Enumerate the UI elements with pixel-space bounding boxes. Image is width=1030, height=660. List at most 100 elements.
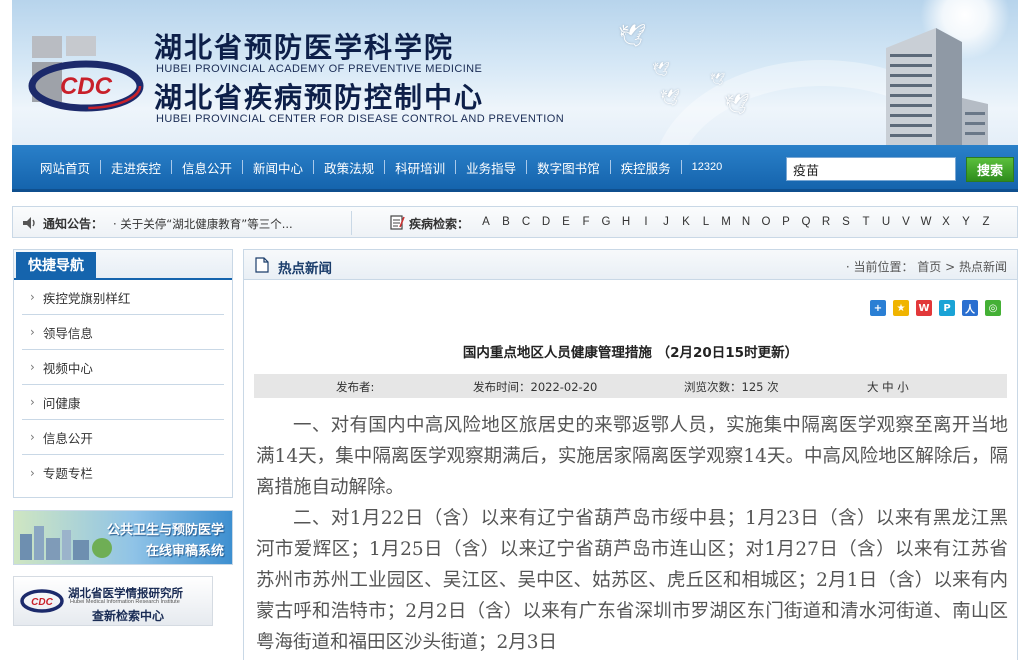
org-name-en-1: HUBEI PROVINCIAL ACADEMY OF PREVENTIVE M… [156,63,483,75]
nav-item-info-disclosure[interactable]: 信息公开 [172,158,242,177]
disease-letter-g[interactable]: G [596,216,616,228]
share-renren-icon[interactable]: 人 [962,300,978,316]
org-name-en-2: HUBEI PROVINCIAL CENTER FOR DISEASE CONT… [156,113,565,125]
notice-bar: 通知公告： · 关于关停“湖北健康教育”等三个... 疾病检索： ABCDEFG… [12,206,1018,238]
disease-letter-j[interactable]: J [656,216,676,228]
breadcrumb: · 当前位置： 首页 > 热点新闻 [845,260,1007,274]
disease-letter-m[interactable]: M [716,216,736,228]
disease-letter-u[interactable]: U [876,216,896,228]
banner-line-1: 公共卫生与预防医学 [106,523,224,538]
cdc-logo: CDC [28,36,144,112]
disease-letter-x[interactable]: X [936,216,956,228]
nav-item-hotline[interactable]: 12320 [682,161,733,173]
article-views: 浏览次数：125 次 [684,380,779,394]
share-tencent-icon[interactable]: P [939,300,955,316]
disease-letter-s[interactable]: S [836,216,856,228]
disease-letter-v[interactable]: V [896,216,916,228]
disease-letter-h[interactable]: H [616,216,636,228]
share-weibo-icon[interactable]: W [916,300,932,316]
quick-nav-label: 信息公开 [42,430,93,446]
article-publisher: 发布者: [336,380,375,394]
nav-item-news[interactable]: 新闻中心 [243,158,313,177]
share-qzone-icon[interactable]: ★ [893,300,909,316]
dove-icon: 🕊 [652,62,670,78]
svg-text:CDC: CDC [31,597,53,608]
nav-item-guidance[interactable]: 业务指导 [456,158,526,177]
disease-letter-b[interactable]: B [496,216,516,228]
notepad-icon [390,215,405,230]
disease-letter-d[interactable]: D [536,216,556,228]
disease-letter-o[interactable]: O [756,216,776,228]
institute-name-en: Hubei Medical Information Research Insti… [70,599,180,605]
disease-letter-q[interactable]: Q [796,216,816,228]
medical-info-institute-banner[interactable]: CDC 湖北省医学情报研究所 Hubei Medical Information… [13,576,213,626]
disease-letter-a[interactable]: A [476,216,496,228]
disease-letter-z[interactable]: Z [976,216,996,228]
disease-letter-w[interactable]: W [916,216,936,228]
chevron-right-icon: › [30,465,35,480]
nav-item-research[interactable]: 科研培训 [385,158,455,177]
disease-letter-i[interactable]: I [636,216,656,228]
disease-letter-t[interactable]: T [856,216,876,228]
share-wechat-icon[interactable]: ◎ [985,300,1001,316]
section-title: 热点新闻 [278,261,332,277]
banner-line-2: 在线审稿系统 [145,544,224,559]
quick-nav-label: 领导信息 [42,325,93,341]
article-paragraph: 一、对有国内中高风险地区旅居史的来鄂返鄂人员，实施集中隔离医学观察至离开当地满1… [256,415,1008,498]
quick-nav-item[interactable]: › 问健康 [22,385,224,420]
quick-navigation-list: › 疾控党旗别样红 › 领导信息 › 视频中心 › 问健康 › 信息公开 › 专题专栏 [14,280,232,490]
disease-letter-p[interactable]: P [776,216,796,228]
institute-logo: CDC [20,589,64,613]
quick-nav-item[interactable]: › 疾控党旗别样红 [22,280,224,315]
nav-item-policy[interactable]: 政策法规 [314,158,384,177]
chevron-right-icon: › [30,325,35,339]
disease-letter-l[interactable]: L [696,216,716,228]
disease-letter-r[interactable]: R [816,216,836,228]
disease-letter-n[interactable]: N [736,216,756,228]
search-button[interactable]: 搜索 [966,157,1014,182]
article-body: 一、对有国内中高风险地区旅居史的来鄂返鄂人员，实施集中隔离医学观察至离开当地满1… [256,410,1008,658]
chevron-right-icon: › [30,290,35,304]
document-icon [255,257,269,273]
nav-item-services[interactable]: 疾控服务 [611,158,681,177]
nav-item-about[interactable]: 走进疾控 [101,158,171,177]
dove-icon: 🕊 [724,92,750,116]
online-review-system-banner[interactable]: 公共卫生与预防医学 在线审稿系统 [13,510,233,565]
quick-nav-item[interactable]: › 信息公开 [22,420,224,455]
quick-navigation-panel: 快捷导航 › 疾控党旗别样红 › 领导信息 › 视频中心 › 问健康 › 信息公开 › 专题专栏 [13,249,233,498]
article-meta-bar: 发布者: 发布时间：2022-02-20 浏览次数：125 次 大 中 小 [254,374,1007,398]
main-navigation: 网站首页 走进疾控 信息公开 新闻中心 政策法规 科研培训 业务指导 数字图书馆… [12,145,1018,192]
quick-nav-item[interactable]: › 专题专栏 [22,455,224,490]
quick-nav-label: 视频中心 [42,360,93,376]
share-more-icon[interactable]: + [870,300,886,316]
building-illustration [886,28,988,145]
search-input[interactable] [786,157,956,181]
org-name-cn-1: 湖北省预防医学科学院 [154,31,455,64]
quick-nav-label: 问健康 [42,395,81,411]
chevron-right-icon: › [30,360,35,374]
disease-letter-k[interactable]: K [676,216,696,228]
institute-service: 查新检索中心 [92,609,165,623]
dove-icon: 🕊 [660,88,681,107]
org-name-cn-2: 湖北省疾病预防控制中心 [154,81,485,114]
chevron-right-icon: › [30,395,35,409]
quick-nav-item[interactable]: › 视频中心 [22,350,224,385]
nav-item-library[interactable]: 数字图书馆 [527,158,610,177]
notice-link[interactable]: · 关于关停“湖北健康教育”等三个... [113,216,343,232]
disease-search-label: 疾病检索： [409,217,470,231]
notice-label: 通知公告： [43,217,104,231]
speaker-icon [23,217,35,229]
header-banner: CDC 湖北省预防医学科学院 HUBEI PROVINCIAL ACADEMY … [12,0,1018,145]
quick-nav-label: 专题专栏 [42,466,93,481]
disease-letter-e[interactable]: E [556,216,576,228]
disease-letter-c[interactable]: C [516,216,536,228]
dove-icon: 🕊 [710,72,726,86]
page: CDC 湖北省预防医学科学院 HUBEI PROVINCIAL ACADEMY … [0,0,1030,660]
nav-item-home[interactable]: 网站首页 [30,158,100,177]
city-skyline-graphic [20,526,112,560]
disease-letter-y[interactable]: Y [956,216,976,228]
quick-nav-item[interactable]: › 领导信息 [22,315,224,350]
disease-letter-f[interactable]: F [576,216,596,228]
font-size-switcher[interactable]: 大 中 小 [867,379,909,395]
quick-nav-label: 疾控党旗别样红 [42,290,131,306]
